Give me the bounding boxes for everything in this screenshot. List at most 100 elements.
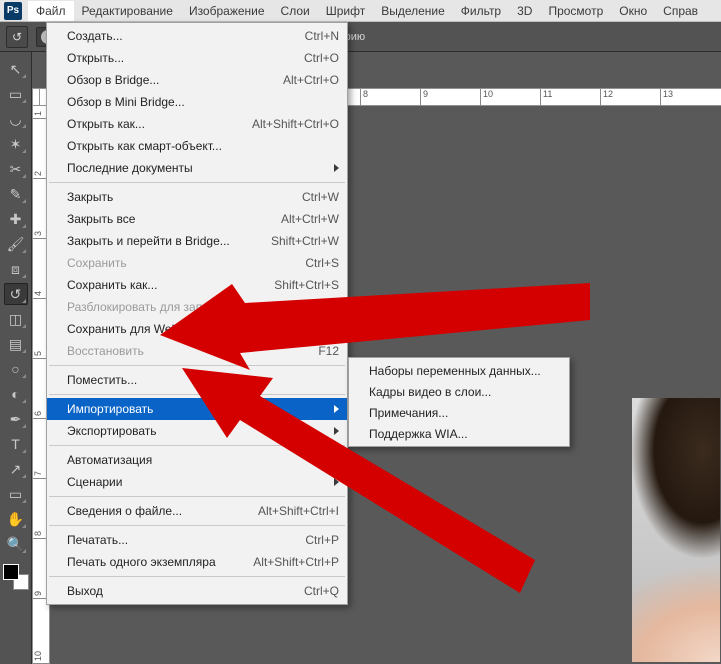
- dodge-tool[interactable]: ◐: [4, 383, 28, 405]
- menu-item[interactable]: Файл: [28, 1, 74, 21]
- type-tool[interactable]: T: [4, 433, 28, 455]
- move-tool[interactable]: ↖: [4, 58, 28, 80]
- menu-item[interactable]: Примечания...: [349, 402, 569, 423]
- ruler-tick: 11: [540, 89, 552, 106]
- zoom-tool[interactable]: 🔍: [4, 533, 28, 555]
- menu-item-label: Поместить...: [67, 373, 339, 387]
- ruler-corner: [32, 88, 40, 106]
- menu-item-label: Сохранить: [67, 256, 305, 270]
- menu-item[interactable]: Обзор в Mini Bridge...: [47, 91, 347, 113]
- document-image: [632, 398, 720, 662]
- menu-separator: [49, 576, 345, 577]
- menu-separator: [49, 394, 345, 395]
- menu-item-shortcut: Ctrl+N: [305, 29, 339, 43]
- menu-item-shortcut: Shift+Ctrl+S: [274, 278, 339, 292]
- brush-tool[interactable]: 🖌: [4, 233, 28, 255]
- menu-item[interactable]: Сценарии: [47, 471, 347, 493]
- gradient-tool[interactable]: ▤: [4, 333, 28, 355]
- menu-item-label: Сведения о файле...: [67, 504, 258, 518]
- menu-item[interactable]: Слои: [273, 1, 318, 21]
- path-tool[interactable]: ↗: [4, 458, 28, 480]
- menu-item[interactable]: Шрифт: [318, 1, 373, 21]
- pen-tool[interactable]: ✒: [4, 408, 28, 430]
- menu-item[interactable]: Выделение: [373, 1, 453, 21]
- marquee-tool[interactable]: ▭: [4, 83, 28, 105]
- menu-item-shortcut: Ctrl+P: [305, 533, 339, 547]
- menu-item[interactable]: Закрыть всеAlt+Ctrl+W: [47, 208, 347, 230]
- menu-item[interactable]: Экспортировать: [47, 420, 347, 442]
- menu-item-label: Открыть...: [67, 51, 304, 65]
- menu-item[interactable]: Окно: [611, 1, 655, 21]
- menu-item-shortcut: Alt+Shift+Ctrl+I: [258, 504, 339, 518]
- ruler-tick: 13: [660, 89, 673, 106]
- eraser-tool[interactable]: ◫: [4, 308, 28, 330]
- chevron-right-icon: [334, 427, 339, 435]
- chevron-right-icon: [334, 164, 339, 172]
- menu-item[interactable]: Создать...Ctrl+N: [47, 25, 347, 47]
- menu-item[interactable]: Печатать...Ctrl+P: [47, 529, 347, 551]
- menu-item-shortcut: F12: [318, 344, 339, 358]
- menu-item[interactable]: Открыть как смарт-объект...: [47, 135, 347, 157]
- menu-item-label: Сценарии: [67, 475, 328, 489]
- menu-item[interactable]: Обзор в Bridge...Alt+Ctrl+O: [47, 69, 347, 91]
- menu-item[interactable]: Импортировать: [47, 398, 347, 420]
- menu-item: СохранитьCtrl+S: [47, 252, 347, 274]
- document-canvas[interactable]: [632, 398, 720, 662]
- menu-item[interactable]: Сведения о файле...Alt+Shift+Ctrl+I: [47, 500, 347, 522]
- file-menu: Создать...Ctrl+NОткрыть...Ctrl+OОбзор в …: [46, 22, 348, 605]
- menubar: Ps ФайлРедактированиеИзображениеСлоиШриф…: [0, 0, 721, 22]
- ruler-tick: 9: [420, 89, 428, 106]
- menu-item[interactable]: Печать одного экземпляраAlt+Shift+Ctrl+P: [47, 551, 347, 573]
- menu-item[interactable]: ВыходCtrl+Q: [47, 580, 347, 602]
- blur-tool[interactable]: ○: [4, 358, 28, 380]
- menu-item-label: Обзор в Mini Bridge...: [67, 95, 339, 109]
- history-brush-icon: ↺: [12, 30, 22, 44]
- menu-item-label: Выход: [67, 584, 304, 598]
- menu-item[interactable]: 3D: [509, 1, 540, 21]
- menu-item[interactable]: Справ: [655, 1, 706, 21]
- menu-item-label: Создать...: [67, 29, 305, 43]
- healing-tool[interactable]: ✚: [4, 208, 28, 230]
- menu-item-label: Открыть как смарт-объект...: [67, 139, 339, 153]
- menu-item-shortcut: Shift+Ctrl+W: [271, 234, 339, 248]
- menu-separator: [49, 445, 345, 446]
- menu-item-shortcut: Ctrl+W: [302, 190, 339, 204]
- menu-item[interactable]: Открыть...Ctrl+O: [47, 47, 347, 69]
- eyedropper-tool[interactable]: ✎: [4, 183, 28, 205]
- menu-item[interactable]: Открыть как...Alt+Shift+Ctrl+O: [47, 113, 347, 135]
- menu-item-label: Автоматизация: [67, 453, 328, 467]
- lasso-tool[interactable]: ◡: [4, 108, 28, 130]
- menu-item[interactable]: Сохранить как...Shift+Ctrl+S: [47, 274, 347, 296]
- wand-tool[interactable]: ✶: [4, 133, 28, 155]
- menu-item[interactable]: Последние документы: [47, 157, 347, 179]
- menu-item-label: Экспортировать: [67, 424, 328, 438]
- history-brush-tool[interactable]: ↺: [4, 283, 28, 305]
- menu-item[interactable]: Редактирование: [74, 1, 181, 21]
- crop-tool[interactable]: ✂: [4, 158, 28, 180]
- menu-item-label: Открыть как...: [67, 117, 252, 131]
- menu-item-shortcut: Ctrl+Q: [304, 584, 339, 598]
- menu-item[interactable]: Просмотр: [540, 1, 611, 21]
- app-logo-icon: Ps: [4, 2, 22, 20]
- menu-item[interactable]: Фильтр: [453, 1, 509, 21]
- menu-item-label: Закрыть: [67, 190, 302, 204]
- menu-item[interactable]: ЗакрытьCtrl+W: [47, 186, 347, 208]
- tool-preset-button[interactable]: ↺: [6, 26, 28, 48]
- menu-item[interactable]: Изображение: [181, 1, 273, 21]
- menu-item[interactable]: Сохранить для Web...Alt+Shift+Ctrl+S: [47, 318, 347, 340]
- menu-item[interactable]: Поместить...: [47, 369, 347, 391]
- shape-tool[interactable]: ▭: [4, 483, 28, 505]
- menu-item-label: Закрыть все: [67, 212, 281, 226]
- menu-item-label: Сохранить для Web...: [67, 322, 253, 336]
- menu-separator: [49, 525, 345, 526]
- menu-item[interactable]: Кадры видео в слои...: [349, 381, 569, 402]
- menu-item[interactable]: Поддержка WIA...: [349, 423, 569, 444]
- stamp-tool[interactable]: ⧈: [4, 258, 28, 280]
- chevron-right-icon: [334, 478, 339, 486]
- ruler-tick: 8: [360, 89, 368, 106]
- hand-tool[interactable]: ✋: [4, 508, 28, 530]
- menu-item[interactable]: Автоматизация: [47, 449, 347, 471]
- color-swatches[interactable]: [3, 564, 29, 590]
- menu-item-shortcut: Alt+Ctrl+O: [283, 73, 339, 87]
- menu-item[interactable]: Закрыть и перейти в Bridge...Shift+Ctrl+…: [47, 230, 347, 252]
